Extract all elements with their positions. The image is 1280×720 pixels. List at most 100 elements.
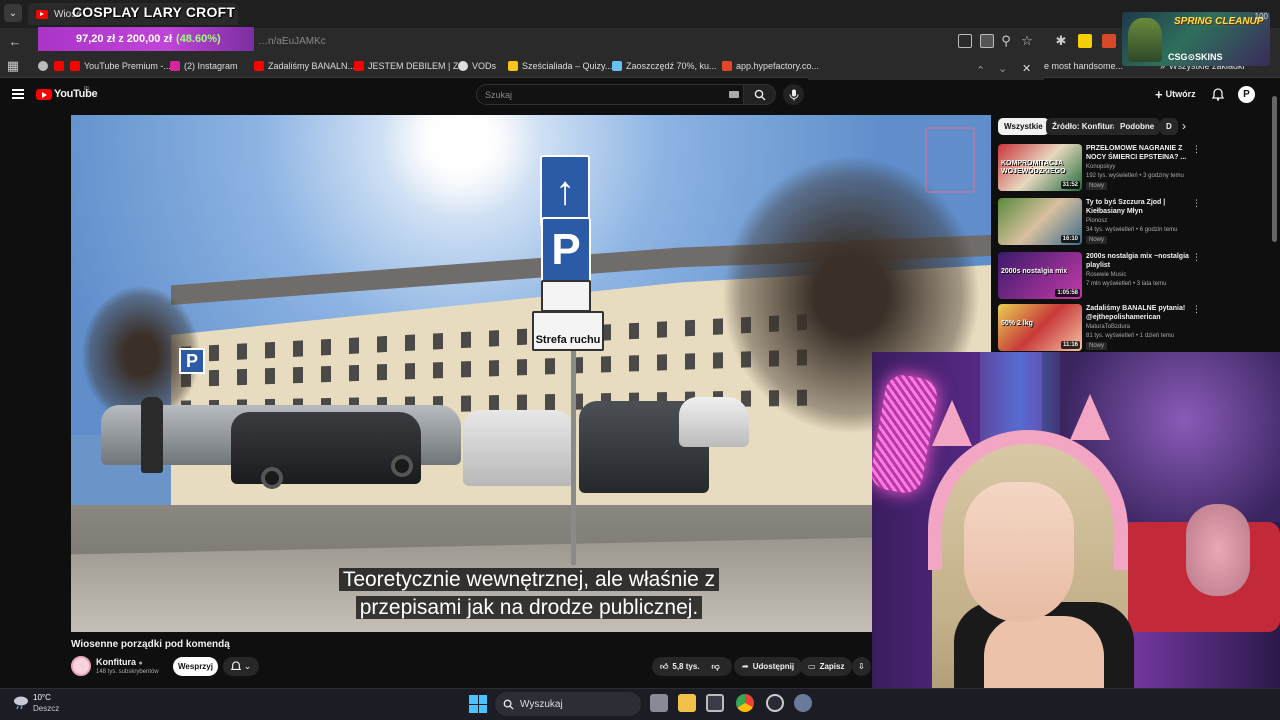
store-icon[interactable] <box>706 694 724 712</box>
channel-watermark[interactable] <box>925 127 975 193</box>
back-icon[interactable]: ← <box>6 32 24 50</box>
address-bar[interactable]: …n/aEuJAMKc <box>254 31 854 51</box>
chevron-down-icon[interactable]: ⌄ <box>998 62 1007 75</box>
youtube-logo-text[interactable]: YouTube <box>54 88 98 100</box>
search-icon <box>503 699 514 710</box>
bookmark-item[interactable]: (2) Instagram <box>170 58 238 74</box>
subscriber-count: 148 tys. subskrybentów <box>96 669 159 675</box>
search-button[interactable] <box>744 84 776 105</box>
notifications-bell-icon[interactable] <box>1212 88 1224 101</box>
more-options-icon[interactable]: ⋮ <box>1192 198 1201 209</box>
stream-overlay-title: COSPLAY LARY CROFT <box>72 4 236 20</box>
chip-all[interactable]: Wszystkie <box>998 118 1049 135</box>
bookmark-label: (2) Instagram <box>184 61 238 71</box>
close-icon[interactable]: ✕ <box>1022 62 1031 75</box>
youtube-logo-icon[interactable] <box>36 89 52 100</box>
thumbs-down-icon[interactable]: 👎︎ <box>712 662 720 672</box>
thumbnail-text: KOMPROMITACJA WOJEWÓDZKIEGO <box>1001 160 1066 175</box>
menu-icon[interactable] <box>12 89 24 99</box>
new-badge: Nowy <box>1086 342 1108 350</box>
save-button[interactable]: ▭ Zapisz <box>800 657 853 676</box>
weather-description[interactable]: Deszcz <box>33 704 59 713</box>
chevron-right-icon[interactable]: › <box>1182 119 1186 133</box>
share-button[interactable]: ➦ Udostępnij <box>734 657 803 676</box>
extension-l-icon[interactable] <box>1078 34 1092 48</box>
create-button[interactable]: + Utwórz <box>1155 85 1196 103</box>
file-explorer-icon[interactable] <box>678 694 696 712</box>
chrome-icon[interactable] <box>736 694 754 712</box>
taskbar-search[interactable]: Wyszukaj <box>495 692 641 716</box>
bookmark-overflow[interactable]: e most handsome... <box>1044 58 1123 74</box>
recommendation-item[interactable]: 2000s nostalgia mix 1:05:58 2000s nostalgi… <box>998 252 1201 304</box>
search-input[interactable]: Szukaj <box>476 84 744 105</box>
bookmark-item[interactable] <box>54 58 64 74</box>
sponsor-corner: 100 <box>1254 12 1268 21</box>
recommendation-item[interactable]: 16:10 Ty to byś Szczura Zjod | Kiełbasian… <box>998 198 1201 250</box>
chip-source[interactable]: Źródło: Konfitura <box>1046 118 1124 135</box>
video-player[interactable]: ↑ P Strefa ruchu P Teoretycznie wewnętrz… <box>71 115 991 632</box>
support-button[interactable]: Wesprzyj <box>173 657 218 676</box>
bookmark-star-icon[interactable]: ☆ <box>1018 32 1036 50</box>
chip-similar[interactable]: Podobne <box>1114 118 1161 135</box>
recommendation-title[interactable]: Zadaliśmy BANALNE pytania! @ejthepolisha… <box>1086 304 1194 322</box>
bookmark-item[interactable]: Sześcialiada – Quizy... <box>508 58 612 74</box>
apps-grid-icon[interactable]: ▦ <box>4 57 22 75</box>
video-thumbnail[interactable]: KOMPROMITACJA WOJEWÓDZKIEGO 31:52 <box>998 144 1082 191</box>
youtube-icon <box>354 61 364 71</box>
weather-temperature[interactable]: 10°C <box>33 693 51 702</box>
teddy-bear <box>1186 504 1250 596</box>
bookmark-item[interactable] <box>38 58 48 74</box>
tab-search-button[interactable]: ⌄ <box>4 4 22 22</box>
save-label: Zapisz <box>819 662 845 671</box>
bookmark-item[interactable]: YouTube Premium -... <box>70 58 171 74</box>
bookmark-item[interactable]: JESTEM DEBILEM | Z... <box>354 58 466 74</box>
install-app-icon[interactable] <box>958 34 972 48</box>
account-avatar[interactable]: P <box>1238 86 1255 103</box>
channel-avatar[interactable] <box>71 656 91 676</box>
caption-line-1: Teoretycznie wewnętrznej, ale właśnie z <box>338 568 720 591</box>
task-view-icon[interactable] <box>650 694 668 712</box>
bookmark-item[interactable]: app.hypefactory.co... <box>722 58 819 74</box>
github-icon <box>458 61 468 71</box>
recommendation-channel[interactable]: Konopskyy <box>1086 164 1115 170</box>
reader-mode-icon[interactable] <box>980 34 994 48</box>
keyboard-icon[interactable] <box>729 91 739 98</box>
chip-more[interactable]: D <box>1160 118 1178 135</box>
voice-search-button[interactable] <box>783 84 804 105</box>
more-options-icon[interactable]: ⋮ <box>1192 304 1201 315</box>
video-thumbnail[interactable]: 50% 2 lkg 11:16 <box>998 304 1082 351</box>
more-options-icon[interactable]: ⋮ <box>1192 144 1201 155</box>
verified-icon: ● <box>138 660 143 667</box>
more-options-icon[interactable]: ⋮ <box>1192 252 1201 263</box>
rain-cloud-icon[interactable] <box>12 693 30 711</box>
recommendation-item[interactable]: KOMPROMITACJA WOJEWÓDZKIEGO 31:52 PRZEŁOMO… <box>998 144 1201 196</box>
download-button[interactable]: ⇩ <box>852 657 871 676</box>
settings-gear-icon[interactable] <box>794 694 812 712</box>
recommendation-title[interactable]: Ty to byś Szczura Zjod | Kiełbasiany Mły… <box>1086 198 1194 216</box>
page-scrollbar[interactable] <box>1272 96 1277 242</box>
recommendation-channel[interactable]: Rosewie Music <box>1086 272 1126 278</box>
recommendation-channel[interactable]: MaturaToBzdura <box>1086 324 1130 330</box>
bookmark-item[interactable]: Zadaliśmy BANALN... <box>254 58 355 74</box>
windows-start-icon[interactable] <box>469 695 487 713</box>
extension-q-icon[interactable] <box>1102 34 1116 48</box>
white-car <box>679 397 749 447</box>
video-thumbnail[interactable]: 2000s nostalgia mix 1:05:58 <box>998 252 1082 299</box>
video-thumbnail[interactable]: 16:10 <box>998 198 1082 245</box>
extension-icon[interactable]: ✱ <box>1052 32 1070 50</box>
rgb-microphone <box>872 372 940 496</box>
zoom-icon[interactable]: ⚲ <box>997 32 1015 50</box>
subscription-bell-button[interactable]: ⌄ <box>223 657 259 676</box>
recommendation-item[interactable]: 50% 2 lkg 11:16 Zadaliśmy BANALNE pytania!… <box>998 304 1201 356</box>
chevron-up-icon[interactable]: ⌃ <box>976 64 985 77</box>
channel-name[interactable]: Konfitura ● <box>96 657 143 667</box>
recommendation-title[interactable]: PRZEŁOMOWE NAGRANIE Z NOCY ŚMIERCI EPSTE… <box>1086 144 1194 162</box>
bookmark-item[interactable]: Zaoszczędź 70%, ku... <box>612 58 717 74</box>
like-count[interactable]: 5,8 tys. <box>672 662 699 671</box>
recommendation-channel[interactable]: Pionosz <box>1086 218 1107 224</box>
video-captions: Teoretycznie wewnętrznej, ale właśnie z … <box>319 566 739 622</box>
bookmark-item[interactable]: VODs <box>458 58 496 74</box>
thumbs-up-icon[interactable]: 👍︎ <box>660 662 668 672</box>
recommendation-title[interactable]: 2000s nostalgia mix ~nostalgia playlist <box>1086 252 1194 270</box>
obs-icon[interactable] <box>766 694 784 712</box>
